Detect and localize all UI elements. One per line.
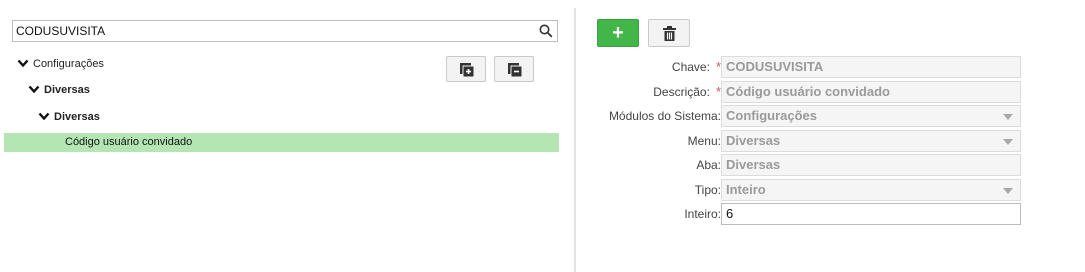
descricao-field[interactable]: Código usuário convidado xyxy=(721,81,1021,103)
expand-all-button[interactable] xyxy=(446,56,486,82)
add-button[interactable]: + xyxy=(597,19,639,47)
collapse-all-button[interactable] xyxy=(494,56,534,82)
menu-select[interactable]: Diversas xyxy=(721,130,1021,152)
detail-panel: + Chave: * CODUSUVISITA Descrição: * Códig… xyxy=(576,0,1085,272)
dropdown-caret-icon[interactable] xyxy=(1003,114,1013,120)
tree-node-label: Diversas xyxy=(54,111,100,123)
tipo-select[interactable]: Inteiro xyxy=(721,179,1021,201)
field-label: Aba: xyxy=(696,158,721,172)
field-label: Inteiro: xyxy=(684,207,721,221)
field-label: Módulos do Sistema: xyxy=(608,109,721,123)
search-box xyxy=(12,20,558,42)
dropdown-caret-icon[interactable] xyxy=(1003,188,1013,194)
field-label: Descrição: * xyxy=(653,84,721,99)
tree-node-configuracoes[interactable]: Configurações xyxy=(17,55,104,73)
form-row-descricao: Descrição: * Código usuário convidado xyxy=(576,81,1085,103)
field-label: Menu: xyxy=(687,134,721,148)
dropdown-caret-icon[interactable] xyxy=(1003,139,1013,145)
inteiro-input[interactable]: 6 xyxy=(721,203,1021,225)
form-row-menu: Menu: Diversas xyxy=(576,130,1085,152)
form-row-modulos: Módulos do Sistema: Configurações xyxy=(576,105,1085,127)
form-row-inteiro: Inteiro: 6 xyxy=(576,203,1085,225)
expand-all-icon xyxy=(460,63,475,78)
tree-panel: Configurações Diversas Diversas Código u… xyxy=(0,0,575,272)
form-row-aba: Aba: Diversas xyxy=(576,154,1085,176)
field-label: Chave: * xyxy=(671,59,721,74)
form-row-tipo: Tipo: Inteiro xyxy=(576,179,1085,201)
tree-node-label: Configurações xyxy=(33,58,104,70)
tree-node-label: Código usuário convidado xyxy=(65,136,193,148)
tree-node-diversas[interactable]: Diversas xyxy=(28,81,90,99)
tree-node-selected[interactable]: Código usuário convidado xyxy=(4,133,559,152)
chevron-down-icon[interactable] xyxy=(38,110,50,122)
chevron-down-icon[interactable] xyxy=(17,57,29,69)
trash-icon xyxy=(663,26,676,41)
search-icon[interactable] xyxy=(539,24,553,38)
chevron-down-icon[interactable] xyxy=(28,83,40,95)
field-label: Tipo: xyxy=(694,183,721,197)
collapse-all-icon xyxy=(508,63,523,78)
form-row-chave: Chave: * CODUSUVISITA xyxy=(576,56,1085,78)
chave-field[interactable]: CODUSUVISITA xyxy=(721,56,1021,78)
aba-field[interactable]: Diversas xyxy=(721,154,1021,176)
delete-button[interactable] xyxy=(648,19,690,47)
modulos-select[interactable]: Configurações xyxy=(721,105,1021,127)
tree-node-diversas-sub[interactable]: Diversas xyxy=(38,108,100,126)
plus-icon: + xyxy=(612,22,624,44)
tree-node-label: Diversas xyxy=(44,84,90,96)
search-input[interactable] xyxy=(13,21,526,41)
